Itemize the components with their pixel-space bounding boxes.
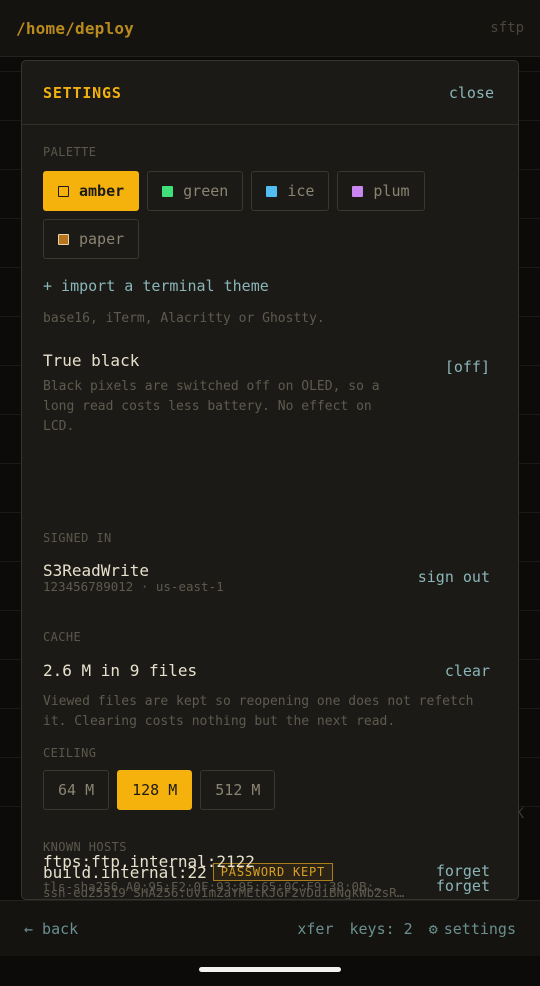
description-line: long read costs less battery. No effect … (43, 399, 372, 414)
protocol-label: sftp (490, 20, 524, 36)
ceiling-options: 64 M 128 M 512 M (43, 770, 276, 810)
palette-option-amber[interactable]: amber (43, 171, 140, 211)
clear-cache-button[interactable]: clear (445, 662, 490, 680)
palette-label: PALETTE (43, 145, 97, 159)
xfer-button[interactable]: xfer (297, 920, 333, 938)
back-button[interactable]: ← back (24, 920, 78, 938)
palette-option-label: paper (79, 230, 125, 248)
description-line: it. Clearing costs nothing but the next … (43, 714, 396, 729)
palette-option-label: amber (79, 182, 125, 200)
palette-option-plum[interactable]: plum (337, 171, 425, 211)
palette-option-paper[interactable]: paper (43, 219, 140, 259)
true-black-description: Black pixels are switched off on OLED, s… (43, 377, 380, 437)
settings-dialog: SETTINGS close PALETTE amber green ice p… (21, 60, 519, 900)
settings-body: PALETTE amber green ice plum paper + imp… (22, 125, 518, 899)
palette-row-1: amber green ice plum (43, 171, 425, 211)
close-button[interactable]: close (449, 84, 494, 102)
sign-out-button[interactable]: sign out (418, 568, 490, 586)
account-details: 123456789012 · us-east-1 (43, 579, 224, 594)
signed-in-label: SIGNED IN (43, 531, 112, 545)
cache-summary: 2.6 M in 9 files (43, 661, 198, 680)
palette-option-ice[interactable]: ice (251, 171, 330, 211)
ceiling-option-512[interactable]: 512 M (200, 770, 276, 810)
plum-swatch-icon (352, 185, 364, 197)
import-theme-link[interactable]: + import a terminal theme (43, 277, 269, 295)
ice-swatch-icon (266, 185, 278, 197)
cache-description: Viewed files are kept so reopening one d… (43, 692, 473, 732)
palette-option-label: plum (373, 182, 410, 200)
host-name: ftps:ftp.internal:2122 (43, 852, 255, 871)
amber-swatch-icon (58, 185, 69, 197)
account-name: S3ReadWrite (43, 561, 149, 580)
settings-title: SETTINGS (43, 83, 122, 102)
green-swatch-icon (162, 185, 174, 197)
keys-button[interactable]: keys: 2 (350, 920, 413, 938)
palette-option-label: green (183, 182, 229, 200)
ceiling-option-128[interactable]: 128 M (117, 770, 193, 810)
ceiling-label: CEILING (43, 746, 97, 760)
ceiling-option-64[interactable]: 64 M (43, 770, 110, 810)
top-bar: /home/deploy sftp (0, 0, 540, 57)
forget-host-button[interactable]: forget (436, 862, 490, 880)
cache-label: CACHE (43, 630, 82, 644)
current-path[interactable]: /home/deploy (16, 19, 134, 38)
import-theme-hint: base16, iTerm, Alacritty or Ghostty. (43, 311, 325, 326)
description-line: Viewed files are kept so reopening one d… (43, 694, 474, 709)
palette-option-label: ice (287, 182, 315, 200)
settings-header: SETTINGS close (22, 61, 518, 125)
gear-icon: ⚙ (428, 919, 438, 938)
settings-button[interactable]: ⚙ settings (429, 920, 516, 938)
settings-button-label: settings (443, 919, 516, 938)
true-black-title: True black (43, 351, 140, 370)
description-line: LCD. (43, 419, 75, 434)
true-black-toggle[interactable]: [off] (445, 358, 490, 376)
bottom-bar: ← back xfer keys: 2 ⚙ settings (0, 900, 540, 956)
palette-row-2: paper (43, 219, 140, 259)
paper-swatch-icon (58, 233, 69, 245)
home-indicator (199, 967, 341, 972)
description-line: Black pixels are switched off on OLED, s… (43, 379, 380, 394)
host-fingerprint: tls-sha256 A0:95:F2:0F:93:95:65:0C:F9:38… (43, 879, 382, 894)
palette-option-green[interactable]: green (147, 171, 244, 211)
